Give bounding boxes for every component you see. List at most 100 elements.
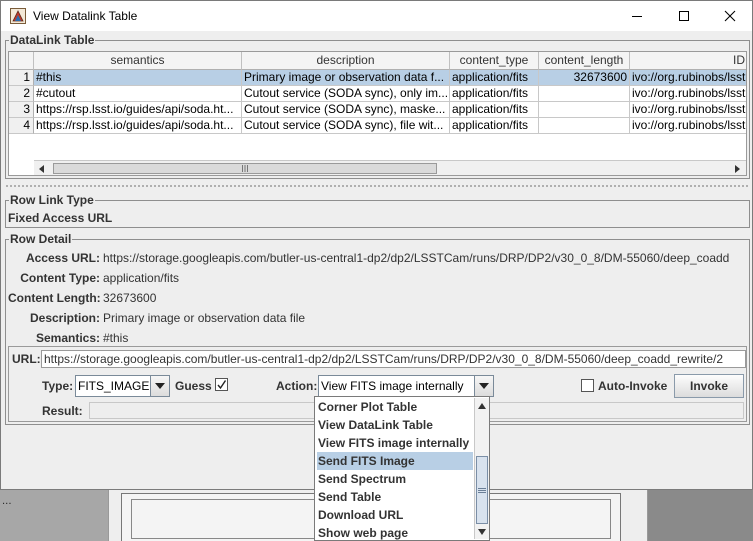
app-icon — [10, 8, 26, 24]
cell-content-type[interactable]: application/fits — [450, 86, 539, 102]
cell-semantics[interactable]: https://rsp.lsst.io/guides/api/soda.ht..… — [34, 118, 242, 134]
close-icon — [724, 10, 736, 22]
column-header-id[interactable]: ID — [630, 52, 746, 70]
action-combo[interactable]: View FITS image internally — [318, 375, 494, 397]
checkmark-icon — [217, 380, 227, 390]
type-combo-arrow[interactable] — [150, 376, 169, 396]
guess-checkbox[interactable] — [215, 378, 228, 391]
description-label: Description: — [29, 311, 100, 325]
dropdown-option-view-datalink-table[interactable]: View DataLink Table — [317, 416, 473, 434]
row-number: 4 — [9, 118, 34, 134]
scrollbar-thumb[interactable] — [53, 163, 437, 174]
chevron-down-icon — [479, 383, 489, 389]
scroll-down-button[interactable] — [476, 525, 488, 538]
row-link-type-panel: Row Link Type Fixed Access URL — [5, 193, 750, 228]
row-number: 3 — [9, 102, 34, 118]
column-header-content-type[interactable]: content_type — [450, 52, 539, 70]
result-label: Result: — [42, 404, 83, 418]
dropdown-option-corner-plot-table[interactable]: Corner Plot Table — [317, 398, 473, 416]
dropdown-scrollbar-thumb[interactable] — [476, 456, 488, 524]
type-label: Type: — [42, 379, 74, 393]
auto-invoke-label: Auto-Invoke — [598, 379, 668, 393]
url-field[interactable]: https://storage.googleapis.com/butler-us… — [41, 350, 746, 368]
cell-content-type[interactable]: application/fits — [450, 70, 539, 86]
column-header-content-length[interactable]: content_length — [539, 52, 630, 70]
invoke-button[interactable]: Invoke — [674, 374, 744, 398]
content-type-value: application/fits — [103, 271, 180, 285]
cell-content-length[interactable] — [539, 86, 630, 102]
background-text: ... — [2, 496, 12, 507]
content-length-value: 32673600 — [103, 291, 157, 305]
cell-id[interactable]: ivo://org.rubinobs/lsst — [630, 102, 746, 118]
datalink-table[interactable]: semantics description content_type conte… — [8, 51, 747, 176]
background-panel: ... — [0, 488, 108, 541]
action-combo-arrow[interactable] — [474, 376, 493, 396]
dropdown-option-send-table[interactable]: Send Table — [317, 488, 473, 506]
datalink-table-panel: DataLink Table semantics description con… — [5, 33, 750, 179]
description-value: Primary image or observation data file — [103, 311, 306, 325]
row-number: 1 — [9, 70, 34, 86]
cell-content-type[interactable]: application/fits — [450, 102, 539, 118]
cell-description[interactable]: Primary image or observation data f... — [242, 70, 450, 86]
dropdown-option-send-spectrum[interactable]: Send Spectrum — [317, 470, 473, 488]
url-label: URL: — [12, 352, 41, 366]
arrow-left-icon — [39, 165, 44, 173]
semantics-label: Semantics: — [35, 331, 100, 345]
action-combo-value: View FITS image internally — [321, 379, 464, 393]
row-number: 2 — [9, 86, 34, 102]
datalink-table-legend: DataLink Table — [9, 33, 96, 47]
cell-semantics[interactable]: #cutout — [34, 86, 242, 102]
window-title: View Datalink Table — [33, 9, 138, 23]
arrow-down-icon — [478, 528, 486, 535]
dropdown-option-download-url[interactable]: Download URL — [317, 506, 473, 524]
split-pane-divider[interactable] — [5, 184, 750, 189]
cell-id[interactable]: ivo://org.rubinobs/lsst — [630, 86, 746, 102]
chevron-down-icon — [155, 383, 165, 389]
cell-id[interactable]: ivo://org.rubinobs/lsst — [630, 118, 746, 134]
access-url-label: Access URL: — [25, 251, 100, 265]
cell-content-length[interactable]: 32673600 — [539, 70, 630, 86]
cell-description[interactable]: Cutout service (SODA sync), only im... — [242, 86, 450, 102]
cell-description[interactable]: Cutout service (SODA sync), maske... — [242, 102, 450, 118]
cell-content-type[interactable]: application/fits — [450, 118, 539, 134]
cell-semantics[interactable]: https://rsp.lsst.io/guides/api/soda.ht..… — [34, 102, 242, 118]
cell-semantics[interactable]: #this — [34, 70, 242, 86]
cell-description[interactable]: Cutout service (SODA sync), file wit... — [242, 118, 450, 134]
column-header-description[interactable]: description — [242, 52, 450, 70]
dropdown-option-view-fits-internally[interactable]: View FITS image internally — [317, 434, 473, 452]
cell-content-length[interactable] — [539, 118, 630, 134]
cell-id[interactable]: ivo://org.rubinobs/lsst — [630, 70, 746, 86]
type-combo[interactable]: FITS_IMAGE — [75, 375, 170, 397]
semantics-value: #this — [103, 331, 129, 345]
close-button[interactable] — [707, 1, 753, 31]
grip-icon — [478, 487, 486, 493]
type-combo-value: FITS_IMAGE — [78, 379, 150, 393]
content-length-label: Content Length: — [8, 291, 101, 305]
guess-label: Guess — [175, 379, 212, 393]
minimize-icon — [632, 16, 642, 17]
horizontal-scrollbar[interactable] — [34, 160, 746, 175]
grip-icon — [242, 165, 248, 172]
row-detail-legend: Row Detail — [9, 232, 73, 246]
maximize-icon — [679, 11, 689, 21]
action-label: Action: — [276, 379, 318, 393]
column-header-semantics[interactable]: semantics — [34, 52, 242, 70]
scroll-right-button[interactable] — [731, 163, 743, 175]
dropdown-option-send-fits-image[interactable]: Send FITS Image — [317, 452, 473, 470]
cell-content-length[interactable] — [539, 102, 630, 118]
content-type-label: Content Type: — [20, 271, 100, 285]
access-url-value: https://storage.googleapis.com/butler-us… — [103, 251, 730, 265]
minimize-button[interactable] — [614, 1, 660, 31]
arrow-up-icon — [478, 402, 486, 409]
arrow-right-icon — [735, 165, 740, 173]
row-link-type-value: Fixed Access URL — [8, 211, 113, 225]
scroll-up-button[interactable] — [476, 399, 488, 412]
dropdown-scrollbar[interactable] — [474, 398, 489, 539]
action-dropdown-list[interactable]: Corner Plot Table View DataLink Table Vi… — [314, 396, 490, 541]
maximize-button[interactable] — [661, 1, 707, 31]
scroll-left-button[interactable] — [36, 163, 48, 175]
title-bar[interactable]: View Datalink Table — [1, 1, 752, 31]
dropdown-option-show-web-page[interactable]: Show web page — [317, 524, 473, 541]
table-corner-header — [9, 52, 34, 70]
auto-invoke-checkbox[interactable] — [581, 379, 594, 392]
